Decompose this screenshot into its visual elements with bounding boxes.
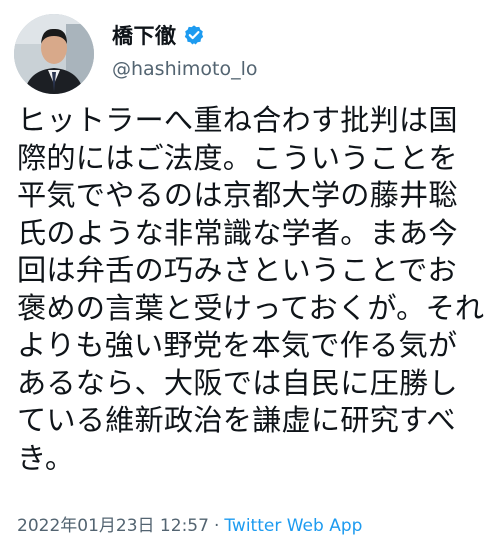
avatar[interactable]	[14, 14, 94, 94]
tweet-card: 橋下徹 @hashimoto_lo ヒットラーへ重ね合わす批判は国際的にはご法度…	[0, 0, 500, 542]
profile-photo-icon	[14, 14, 94, 94]
author-names: 橋下徹 @hashimoto_lo	[112, 20, 472, 80]
author-handle[interactable]: @hashimoto_lo	[112, 58, 472, 80]
tweet-timestamp[interactable]: 2022年01月23日 12:57	[17, 516, 209, 536]
tweet-header: 橋下徹 @hashimoto_lo	[14, 14, 486, 94]
verified-badge-icon	[183, 24, 205, 46]
name-row: 橋下徹	[112, 20, 472, 50]
tweet-source-link[interactable]: Twitter Web App	[224, 516, 362, 536]
tweet-meta: 2022年01月23日 12:57 · Twitter Web App	[17, 511, 362, 536]
author-display-name[interactable]: 橋下徹	[112, 20, 177, 50]
tweet-text: ヒットラーへ重ね合わす批判は国際的にはご法度。こういうことを平気でやるのは京都大…	[17, 103, 485, 475]
meta-separator: ·	[213, 516, 220, 536]
